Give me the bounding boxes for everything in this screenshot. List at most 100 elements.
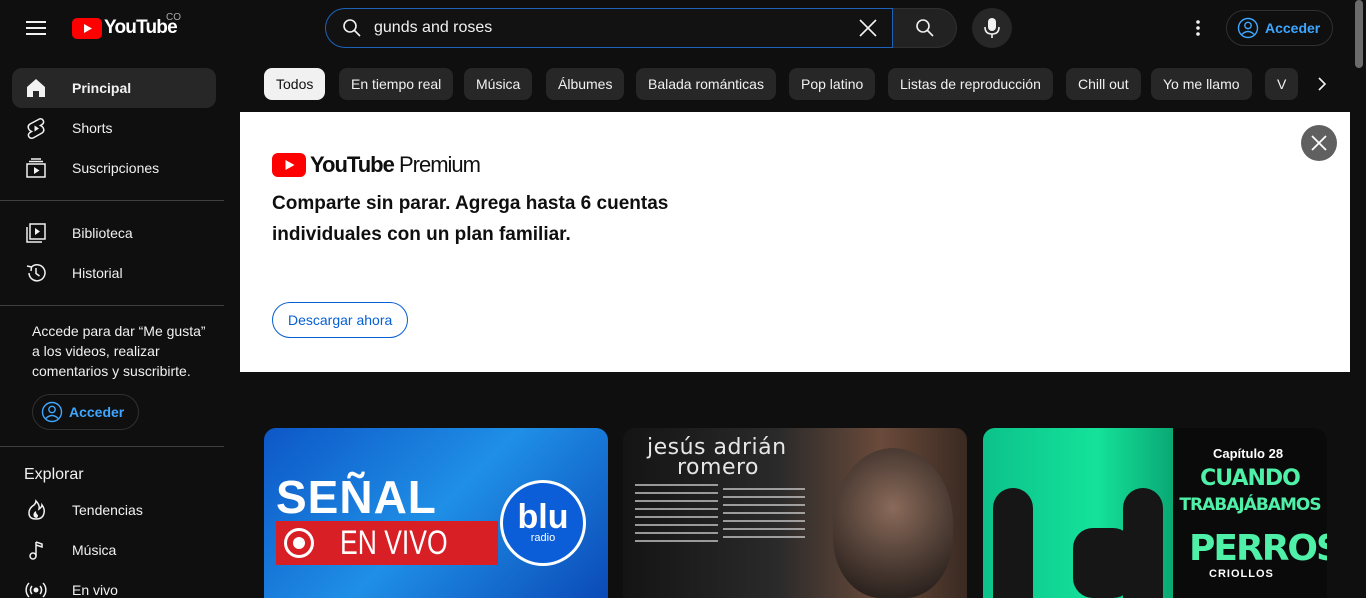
video-thumbnail[interactable]: SEÑAL EN VIVO blu radio xyxy=(264,428,608,598)
voice-search-button[interactable] xyxy=(972,8,1012,48)
sidebar-item-label: Historial xyxy=(72,265,123,281)
live-icon xyxy=(24,578,48,598)
microphone-icon xyxy=(984,18,1000,38)
chip-music[interactable]: Música xyxy=(464,68,533,100)
title-line: CUANDO xyxy=(1200,466,1301,491)
youtube-premium-logo: YouTube Premium xyxy=(272,152,481,178)
chip-latin-pop[interactable]: Pop latino xyxy=(789,68,876,100)
signin-prompt-text: Accede para dar “Me gusta” a los videos,… xyxy=(32,323,206,379)
logo-text: radio xyxy=(530,532,556,544)
explore-heading: Explorar xyxy=(24,466,84,483)
show-logo-text: PERROS xyxy=(1189,528,1327,569)
logo-text: blu xyxy=(517,498,569,536)
sidebar-item-label: Música xyxy=(72,542,117,558)
filter-chips-bar: Todos En tiempo real Música Álbumes Bala… xyxy=(264,68,1312,100)
sidebar-item-library[interactable]: Biblioteca xyxy=(12,213,216,253)
artist-photo xyxy=(833,448,953,598)
sidebar-divider xyxy=(0,446,224,447)
chip-albums[interactable]: Álbumes xyxy=(546,68,625,100)
thumbnail-text: EN VIVO xyxy=(340,523,448,562)
chips-next-button[interactable] xyxy=(1304,66,1340,102)
trending-icon xyxy=(24,498,48,522)
chip-chill-out[interactable]: Chill out xyxy=(1066,68,1141,100)
premium-wordmark-suffix: Premium xyxy=(398,152,481,177)
chevron-right-icon xyxy=(1318,77,1327,91)
music-note-icon xyxy=(24,538,48,562)
sidebar-divider xyxy=(0,200,224,201)
person-figure xyxy=(993,488,1033,598)
hamburger-icon xyxy=(26,21,46,35)
clear-search-button[interactable] xyxy=(848,8,888,48)
account-icon xyxy=(1237,17,1259,39)
sidebar-divider xyxy=(0,305,224,306)
thumbnail-photo-area xyxy=(983,428,1173,598)
library-icon xyxy=(24,221,48,245)
download-now-button[interactable]: Descargar ahora xyxy=(272,302,409,338)
sidebar-item-label: Suscripciones xyxy=(72,160,160,176)
close-icon xyxy=(1311,135,1327,151)
tracklist-graphic xyxy=(635,484,805,544)
home-icon xyxy=(24,76,48,100)
search-button[interactable] xyxy=(893,8,957,48)
sidebar-item-home[interactable]: Principal xyxy=(12,68,216,108)
guide-sidebar: Principal Shorts Suscripciones Bibliotec… xyxy=(0,56,228,598)
youtube-play-icon xyxy=(272,153,306,177)
record-icon xyxy=(284,528,314,558)
video-thumbnail[interactable]: jesús adrián romero xyxy=(623,428,967,598)
blu-radio-logo: blu radio xyxy=(500,480,586,566)
sidebar-item-shorts[interactable]: Shorts xyxy=(12,108,216,148)
account-icon xyxy=(41,401,63,423)
premium-wordmark: YouTube Premium xyxy=(310,152,481,178)
chip-yo-me-llamo[interactable]: Yo me llamo xyxy=(1151,68,1252,100)
chip-partial[interactable]: V xyxy=(1265,68,1299,100)
artist-name-line: romero xyxy=(677,455,760,480)
settings-more-button[interactable] xyxy=(1178,8,1218,48)
thumbnail-text: Capítulo 28 xyxy=(1213,446,1284,461)
premium-promo-banner: YouTube Premium Comparte sin parar. Agre… xyxy=(240,112,1350,372)
thumbnail-text: SEÑAL xyxy=(276,471,437,523)
sidebar-item-label: Shorts xyxy=(72,120,113,136)
sidebar-item-music[interactable]: Música xyxy=(12,530,216,570)
search-input[interactable] xyxy=(374,19,848,37)
chip-playlists[interactable]: Listas de reproducción xyxy=(888,68,1053,100)
youtube-logo[interactable]: YouTube xyxy=(72,16,178,40)
promo-message: Comparte sin parar. Agrega hasta 6 cuent… xyxy=(272,193,669,245)
sidebar-item-trending[interactable]: Tendencias xyxy=(12,490,216,530)
premium-wordmark-prefix: YouTube xyxy=(310,152,395,177)
country-code: CO xyxy=(166,12,181,23)
sidebar-item-subscriptions[interactable]: Suscripciones xyxy=(12,148,216,188)
signin-label: Acceder xyxy=(1265,20,1321,36)
sidebar-item-label: En vivo xyxy=(72,582,118,598)
search-icon xyxy=(915,19,934,37)
show-logo-text: CRIOLLOS xyxy=(1209,568,1274,580)
masthead: YouTube CO gunds and roses Acceder xyxy=(0,0,1352,56)
close-icon xyxy=(859,19,877,37)
sidebar-item-live[interactable]: En vivo xyxy=(12,570,216,598)
title-line: TRABAJÁBAMOS xyxy=(1179,495,1321,515)
sidebar-item-label: Tendencias xyxy=(72,502,143,518)
chip-real-time[interactable]: En tiempo real xyxy=(339,68,454,100)
sidebar-signin-button[interactable]: Acceder xyxy=(32,394,140,430)
page-scrollbar[interactable] xyxy=(1352,0,1366,598)
search-icon xyxy=(343,19,361,37)
chip-romantic-ballads[interactable]: Balada románticas xyxy=(636,68,776,100)
scrollbar-thumb[interactable] xyxy=(1355,0,1363,68)
guide-menu-button[interactable] xyxy=(16,8,56,48)
shorts-icon xyxy=(24,116,48,140)
video-thumbnail[interactable]: Capítulo 28 CUANDO TRABAJÁBAMOS PERROS C… xyxy=(983,428,1327,598)
chip-all[interactable]: Todos xyxy=(264,68,326,100)
history-icon xyxy=(24,261,48,285)
youtube-play-icon xyxy=(72,17,102,39)
thumbnail-artist-name: jesús adrián romero xyxy=(647,437,787,480)
person-figure xyxy=(1123,488,1163,598)
sidebar-item-label: Principal xyxy=(72,80,132,96)
signin-label: Acceder xyxy=(69,404,125,420)
signin-button[interactable]: Acceder xyxy=(1226,10,1334,46)
dismiss-banner-button[interactable] xyxy=(1301,125,1337,161)
sidebar-item-label: Biblioteca xyxy=(72,225,133,241)
search-box xyxy=(325,8,893,48)
subscriptions-icon xyxy=(24,156,48,180)
more-vert-icon xyxy=(1196,20,1200,36)
sidebar-item-history[interactable]: Historial xyxy=(12,253,216,293)
thumbnail-title: CUANDO TRABAJÁBAMOS xyxy=(1177,466,1323,518)
